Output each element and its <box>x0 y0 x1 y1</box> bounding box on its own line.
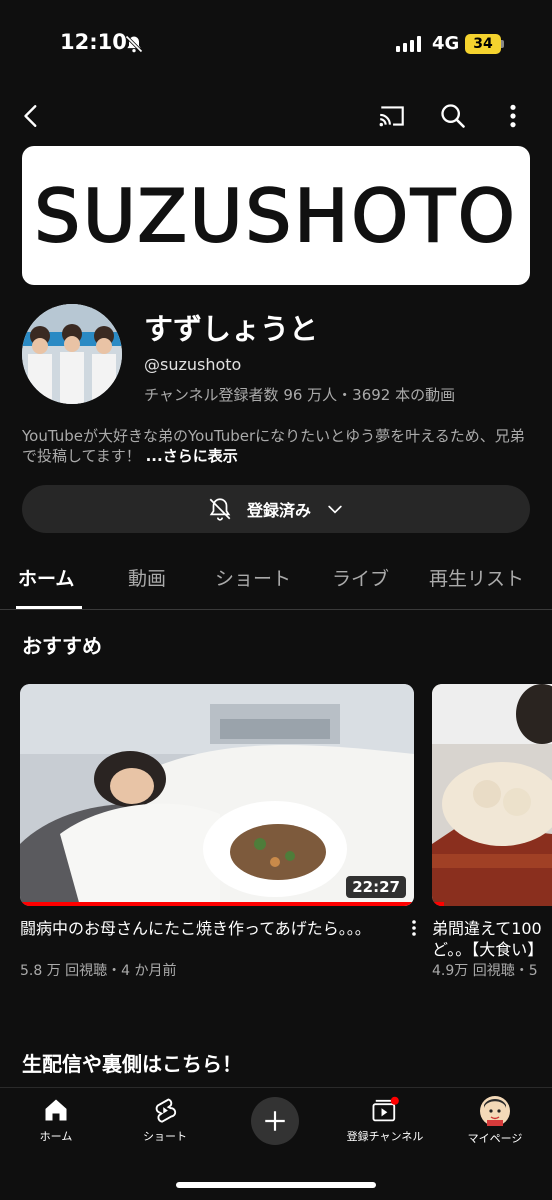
nav-subscriptions[interactable]: 登録チャンネル <box>330 1096 440 1144</box>
channel-tabs: ホーム 動画 ショート ライブ 再生リスト <box>0 560 552 610</box>
nav-my-page[interactable]: マイページ <box>440 1096 550 1146</box>
more-vert-icon <box>510 104 516 128</box>
tab-live[interactable]: ライブ <box>332 564 389 591</box>
shorts-icon <box>155 1098 177 1123</box>
video-menu-button[interactable] <box>396 910 432 946</box>
tab-videos[interactable]: 動画 <box>128 564 166 591</box>
video-duration: 22:27 <box>346 876 406 898</box>
channel-handle: @suzushoto <box>144 355 242 374</box>
tab-home[interactable]: ホーム <box>18 564 74 591</box>
subscribed-label: 登録済み <box>246 501 311 520</box>
nav-shorts[interactable]: ショート <box>110 1096 220 1144</box>
bell-off-icon <box>125 35 143 53</box>
status-time: 12:10 <box>60 30 127 54</box>
description-text: YouTubeが大好きな弟のYouTuberになりたいとゆう夢を叶えるため、兄弟… <box>22 427 525 465</box>
video-meta: 5.8 万 回視聴・4 か月前 <box>20 963 177 979</box>
thumbnail-image <box>432 684 552 906</box>
nav-home[interactable]: ホーム <box>1 1096 111 1144</box>
more-button[interactable] <box>493 96 533 136</box>
tab-playlists[interactable]: 再生リスト <box>429 564 524 591</box>
create-button[interactable] <box>251 1097 299 1145</box>
chevron-down-icon <box>328 505 342 514</box>
tab-shorts[interactable]: ショート <box>215 564 291 591</box>
battery-nub <box>501 40 504 48</box>
watch-progress-bar <box>20 902 414 906</box>
show-more-link[interactable]: ...さらに表示 <box>146 447 238 465</box>
nav-shorts-label: ショート <box>143 1130 187 1143</box>
video-title[interactable]: 弟間違えて100 <box>432 918 552 939</box>
video-thumbnail[interactable] <box>432 684 552 906</box>
create-icon <box>265 1111 285 1131</box>
subscriptions-icon <box>372 1096 399 1122</box>
video-meta: 4.9万 回視聴・5 <box>432 963 538 979</box>
watch-progress-bar <box>432 902 444 906</box>
channel-description[interactable]: YouTubeが大好きな弟のYouTuberになりたいとゆう夢を叶えるため、兄弟… <box>22 426 532 466</box>
signal-icon <box>396 36 421 52</box>
home-icon <box>45 1099 67 1121</box>
battery-icon: 34 <box>465 34 501 54</box>
section-title-recommended: おすすめ <box>22 634 102 658</box>
video-title-line2[interactable]: ど。。【大食い】 <box>432 939 552 960</box>
channel-banner[interactable]: SUZUSHOTO <box>22 146 530 285</box>
video-thumbnail[interactable]: 22:27 <box>20 684 414 906</box>
active-tab-indicator <box>16 606 82 609</box>
nav-subscriptions-label: 登録チャンネル <box>346 1130 424 1143</box>
section-title-live: 生配信や裏側はこちら！ <box>22 1052 242 1076</box>
nav-my-page-label: マイページ <box>467 1132 523 1145</box>
search-button[interactable] <box>433 96 473 136</box>
more-vert-icon <box>412 920 416 936</box>
avatar-image <box>22 304 122 404</box>
channel-stats: チャンネル登録者数 96 万人・3692 本の動画 <box>144 386 456 404</box>
cast-icon <box>379 106 404 127</box>
thumbnail-image <box>20 684 414 906</box>
cast-button[interactable] <box>372 96 412 136</box>
channel-avatar[interactable] <box>22 304 122 404</box>
subscribed-button[interactable]: 登録済み <box>22 485 530 533</box>
nav-home-label: ホーム <box>39 1130 73 1143</box>
home-indicator <box>176 1182 376 1188</box>
banner-logo-text: SUZUSHOTO <box>33 173 518 259</box>
back-icon <box>24 105 37 127</box>
network-type: 4G <box>432 33 460 54</box>
back-button[interactable] <box>12 96 52 136</box>
video-title[interactable]: 闘病中のお母さんにたこ焼き作ってあげたら。。。 <box>20 918 390 939</box>
notification-off-icon <box>209 498 231 521</box>
channel-name: すずしょうと <box>144 312 319 346</box>
avatar-icon <box>480 1096 510 1126</box>
search-icon <box>441 104 465 128</box>
